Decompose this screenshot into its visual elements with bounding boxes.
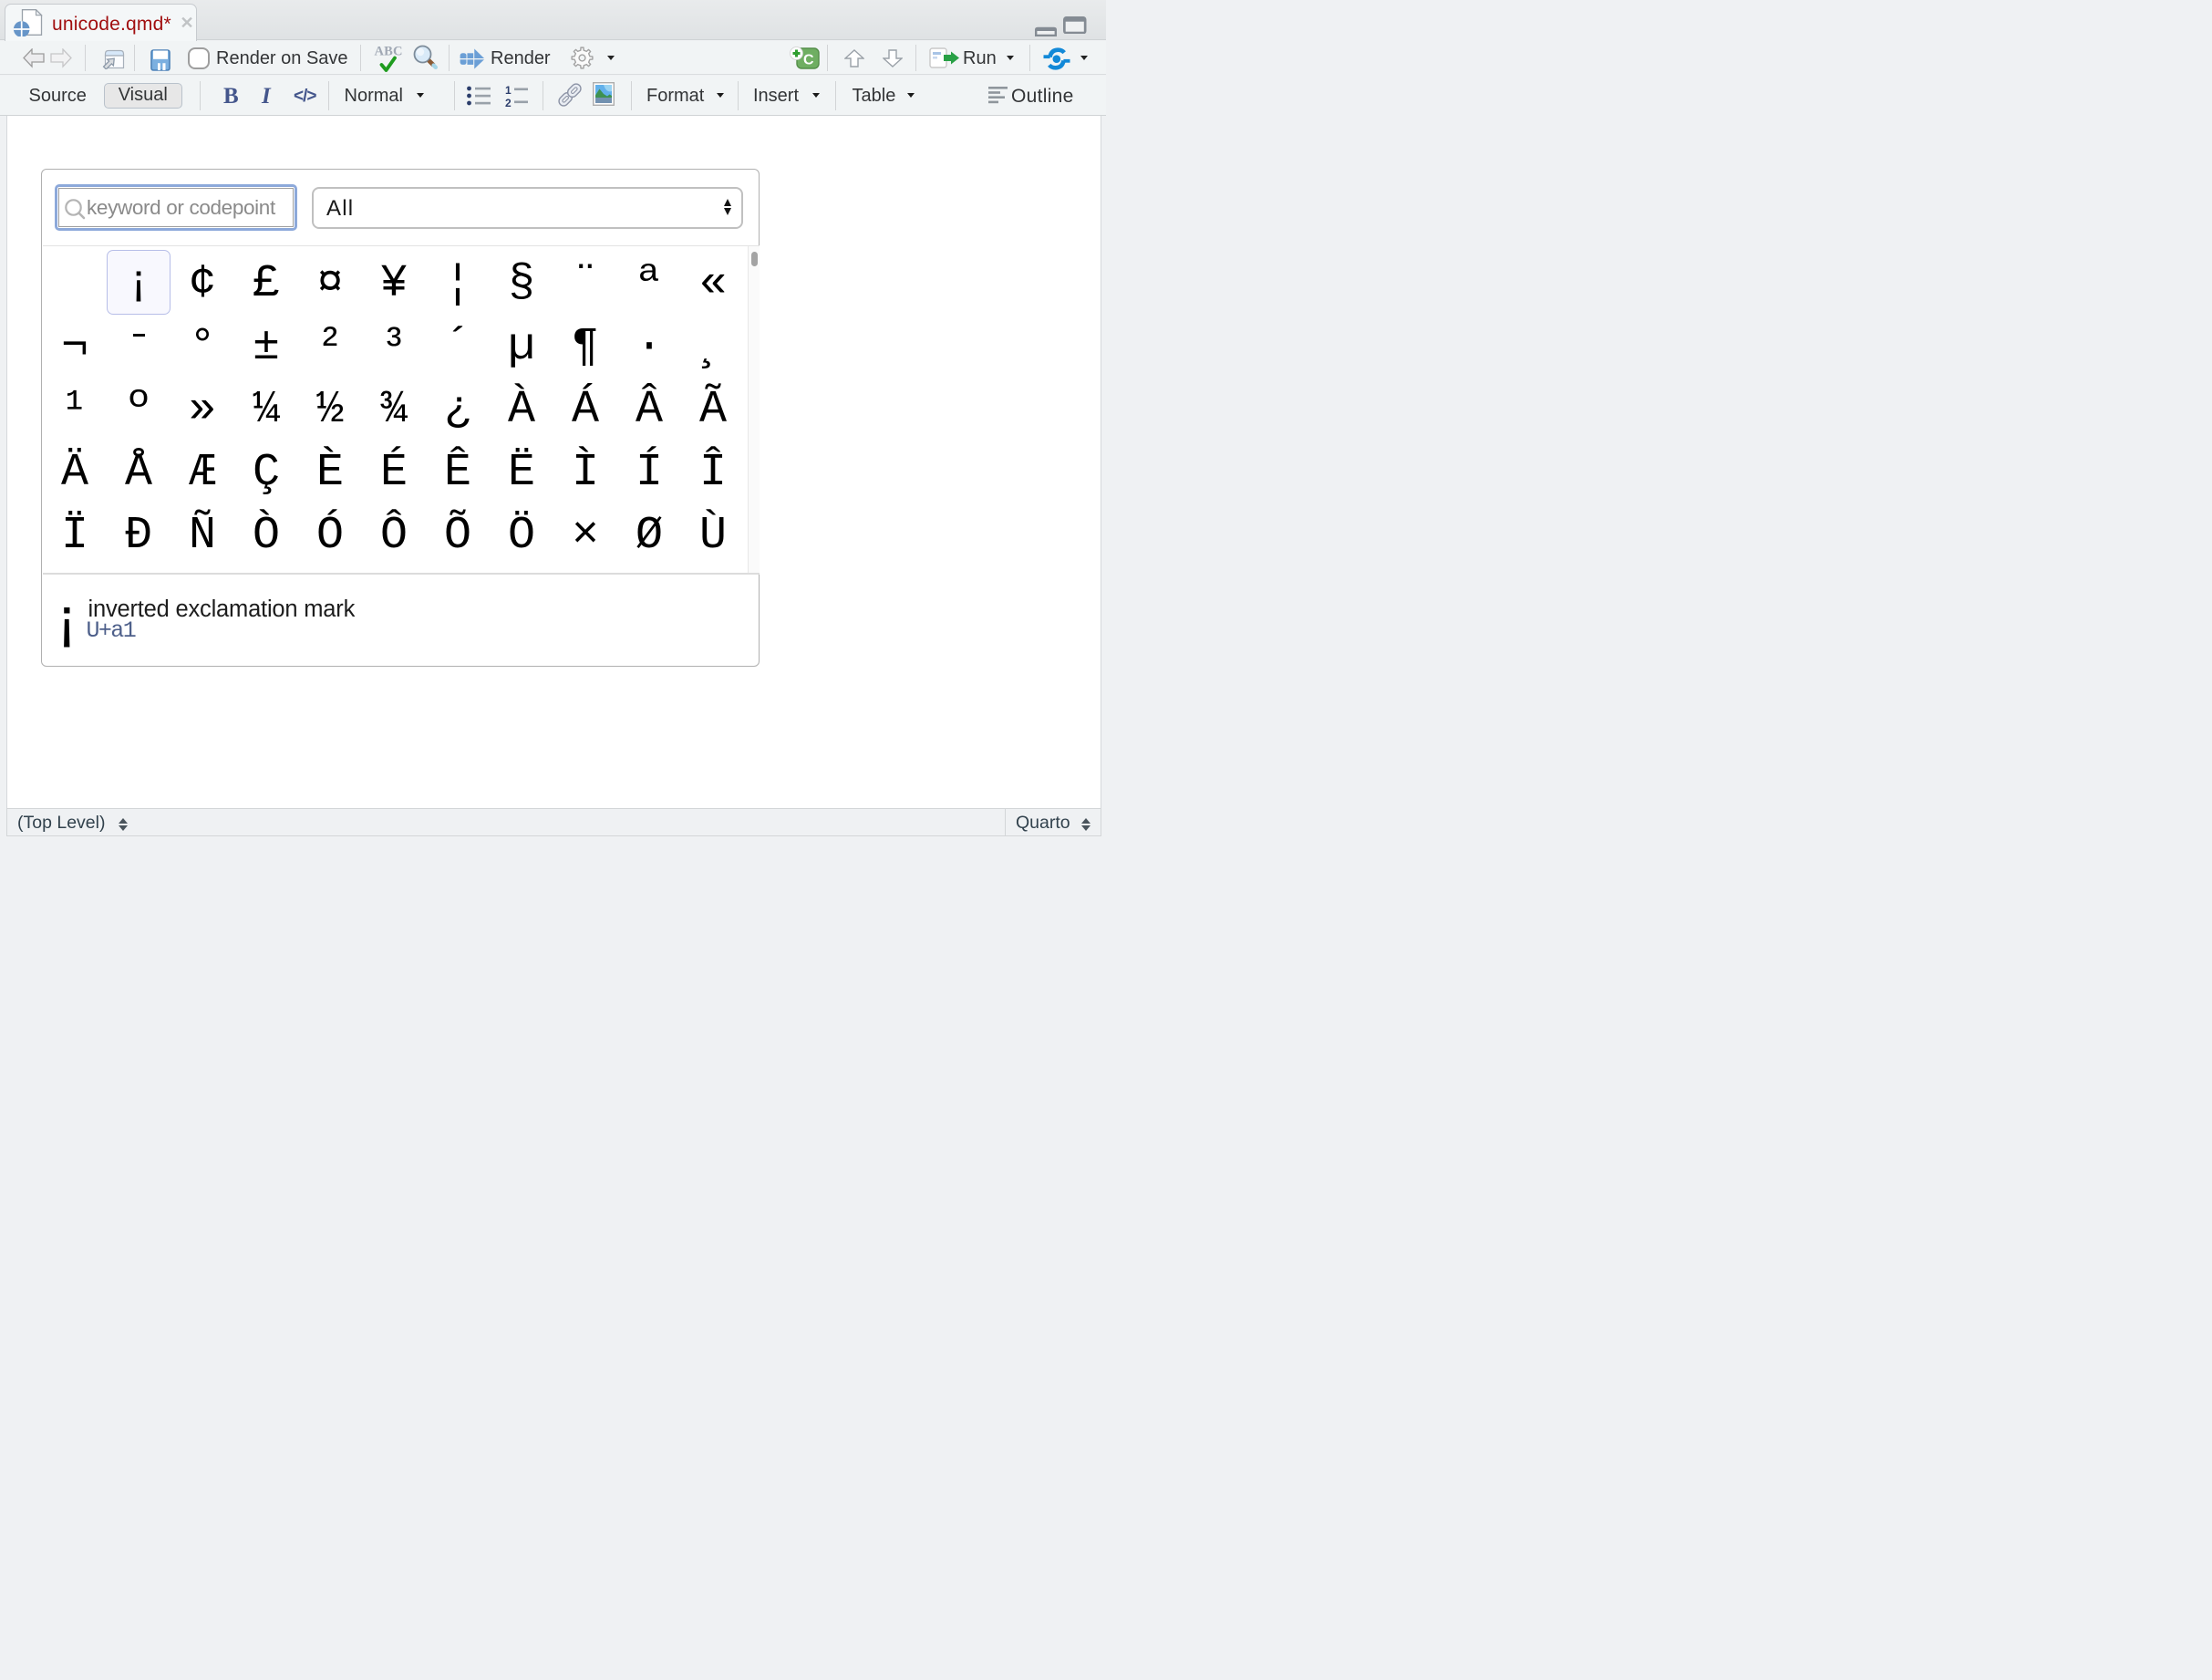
svg-text:2: 2 bbox=[505, 97, 512, 108]
svg-text:1: 1 bbox=[505, 84, 512, 97]
svg-text:ABC: ABC bbox=[375, 45, 403, 59]
svg-text:C: C bbox=[803, 53, 814, 68]
